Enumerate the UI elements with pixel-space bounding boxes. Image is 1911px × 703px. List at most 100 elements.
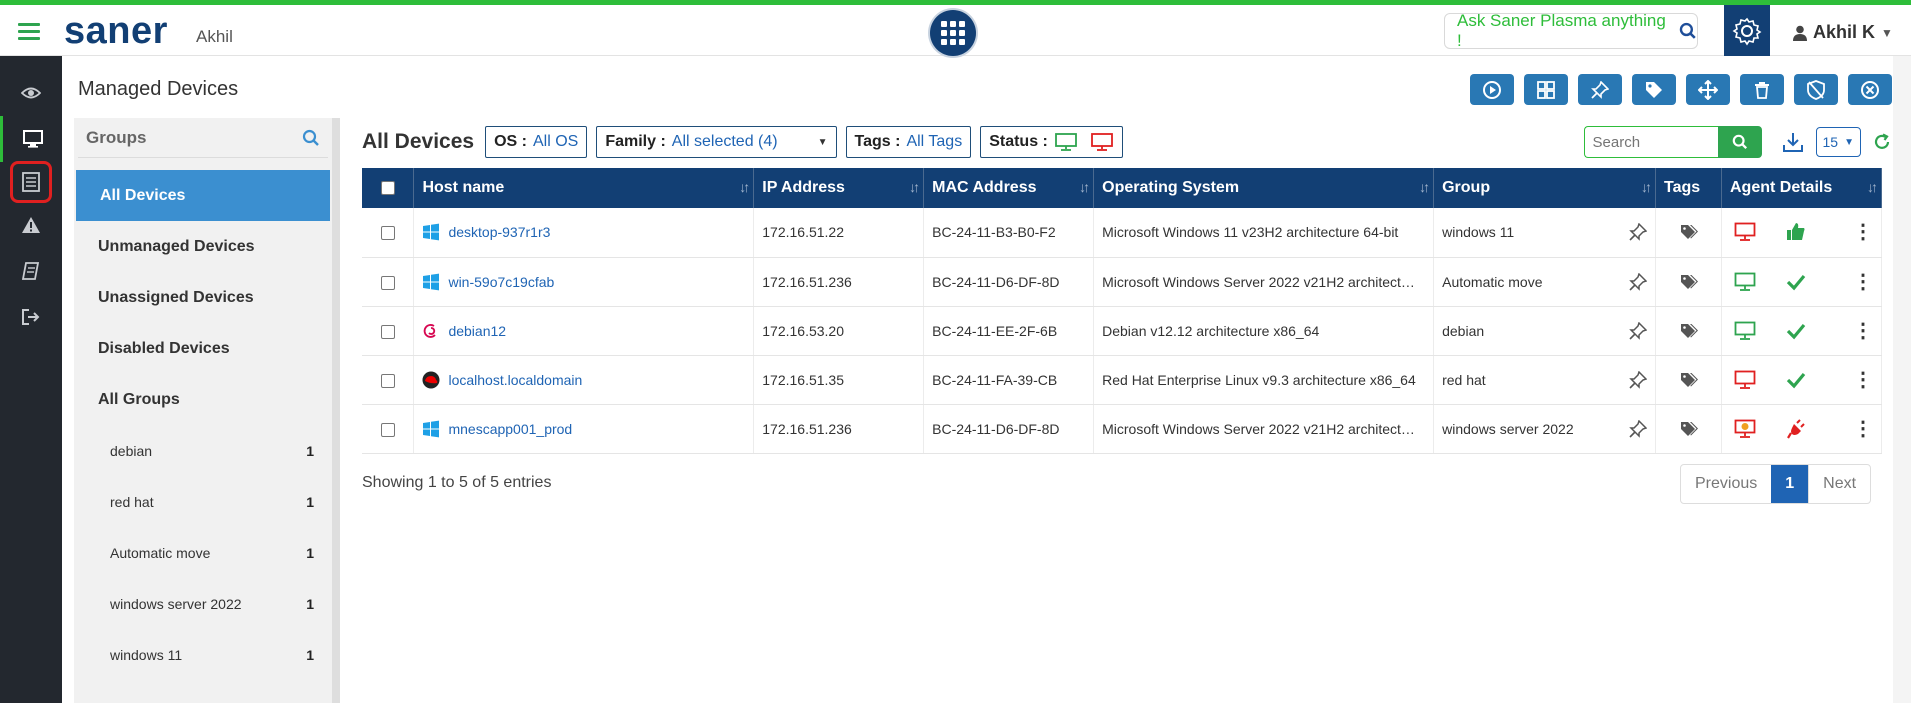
group-sub-item[interactable]: red hat 1 (74, 476, 332, 527)
group-all-groups[interactable]: All Groups (74, 374, 332, 425)
os-text: Debian v12.12 architecture x86_64 (1102, 322, 1320, 339)
column-header-host[interactable]: Host name ↓↑ (413, 168, 755, 208)
column-header-agent[interactable]: Agent Details ↓↑ (1721, 168, 1882, 208)
user-menu[interactable]: Akhil K ▼ (1793, 22, 1893, 43)
ask-assistant-button[interactable]: Ask Saner Plasma anything ! (1444, 11, 1698, 50)
host-link[interactable]: localhost.localdomain (448, 372, 582, 388)
rail-item-alerts[interactable] (0, 202, 62, 248)
page-number-button[interactable]: 1 (1771, 465, 1809, 503)
tags-filter[interactable]: Tags : All Tags (845, 126, 972, 158)
pin-icon[interactable] (1629, 321, 1648, 340)
refresh-icon[interactable] (1873, 133, 1891, 151)
next-page-button[interactable]: Next (1808, 465, 1870, 503)
group-all-devices[interactable]: All Devices (76, 170, 330, 221)
group-unassigned-devices[interactable]: Unassigned Devices (74, 272, 332, 323)
more-options-icon[interactable]: ⋮ (1853, 370, 1873, 390)
column-header-os[interactable]: Operating System ↓↑ (1093, 168, 1435, 208)
page-scrollbar[interactable] (1893, 56, 1911, 703)
column-header-group[interactable]: Group ↓↑ (1433, 168, 1657, 208)
tags-icon[interactable] (1680, 372, 1698, 388)
more-options-icon[interactable]: ⋮ (1853, 321, 1873, 341)
family-filter[interactable]: Family : All selected (4) ▼ (596, 126, 837, 158)
sort-icon: ↓↑ (1419, 179, 1430, 195)
column-header-ip[interactable]: IP Address ↓↑ (753, 168, 925, 208)
row-checkbox[interactable] (380, 422, 395, 437)
monitor-offline-icon[interactable] (1734, 222, 1756, 242)
disable-protection-button[interactable] (1794, 74, 1838, 105)
rail-item-visibility[interactable] (0, 70, 62, 116)
monitor-offline-icon[interactable] (1734, 370, 1756, 390)
tags-icon[interactable] (1680, 323, 1698, 339)
download-icon[interactable] (1782, 131, 1804, 153)
more-options-icon[interactable]: ⋮ (1853, 419, 1873, 439)
pin-icon[interactable] (1629, 419, 1648, 438)
page-size-select[interactable]: 15 ▼ (1815, 127, 1861, 157)
group-unmanaged-devices[interactable]: Unmanaged Devices (74, 221, 332, 272)
search-icon[interactable] (302, 129, 320, 147)
rail-item-docs[interactable] (0, 248, 62, 294)
move-button[interactable] (1686, 74, 1730, 105)
group-disabled-devices[interactable]: Disabled Devices (74, 323, 332, 374)
tag-button[interactable] (1632, 74, 1676, 105)
offline-monitor-icon[interactable] (1090, 132, 1114, 152)
app-launcher-button[interactable] (930, 10, 976, 56)
shield-off-icon (1807, 79, 1825, 100)
list-document-icon (22, 172, 40, 192)
group-cell: Automatic move (1433, 257, 1657, 307)
monitor-online-icon[interactable] (1734, 272, 1756, 292)
pin-button[interactable] (1578, 74, 1622, 105)
search-submit-button[interactable] (1717, 126, 1762, 158)
monitor-icon (22, 130, 43, 148)
host-wrapper: localhost.localdomain (422, 371, 745, 389)
host-cell: localhost.localdomain (413, 355, 755, 405)
os-filter[interactable]: OS : All OS (485, 126, 588, 158)
rail-item-logout[interactable] (0, 294, 62, 340)
host-link[interactable]: win-59o7c19cfab (448, 274, 554, 290)
agent-wrapper: ⋮ (1730, 418, 1873, 440)
previous-page-button[interactable]: Previous (1681, 465, 1771, 503)
agent-wrapper: ⋮ (1730, 321, 1873, 341)
more-options-icon[interactable]: ⋮ (1853, 222, 1873, 242)
entries-summary: Showing 1 to 5 of 5 entries (362, 474, 552, 491)
rail-item-reports[interactable] (0, 159, 62, 205)
hamburger-menu-icon[interactable] (18, 23, 40, 41)
group-wrapper: windows server 2022 (1442, 419, 1648, 438)
run-button[interactable] (1470, 74, 1514, 105)
host-link[interactable]: desktop-937r1r3 (448, 224, 550, 240)
status-filter[interactable]: Status : (980, 126, 1123, 158)
close-button[interactable] (1848, 74, 1892, 105)
logout-icon (22, 309, 40, 325)
row-checkbox[interactable] (380, 226, 395, 241)
pin-icon[interactable] (1629, 370, 1648, 389)
group-sub-item[interactable]: windows server 2022 1 (74, 578, 332, 629)
device-search-input[interactable] (1583, 126, 1718, 158)
tags-icon[interactable] (1680, 274, 1698, 290)
more-options-icon[interactable]: ⋮ (1853, 272, 1873, 292)
delete-button[interactable] (1740, 74, 1784, 105)
row-checkbox[interactable] (380, 324, 395, 339)
tags-icon[interactable] (1680, 421, 1698, 437)
host-link[interactable]: mnescapp001_prod (448, 421, 572, 437)
online-monitor-icon[interactable] (1054, 132, 1078, 152)
group-sub-item[interactable]: Automatic move 1 (74, 527, 332, 578)
grid-view-button[interactable] (1524, 74, 1568, 105)
tags-icon[interactable] (1680, 224, 1698, 240)
group-sub-item[interactable]: debian 1 (74, 425, 332, 476)
row-checkbox[interactable] (380, 275, 395, 290)
monitor-alert-icon[interactable] (1734, 419, 1756, 439)
group-sub-item[interactable]: windows 11 1 (74, 629, 332, 680)
agent-status (1730, 370, 1806, 390)
table-row: desktop-937r1r3 172.16.51.22 BC-24-11-B3-B… (362, 208, 1882, 258)
monitor-online-icon[interactable] (1734, 321, 1756, 341)
pin-icon[interactable] (1629, 272, 1648, 291)
select-all-checkbox[interactable] (380, 180, 395, 195)
host-link[interactable]: debian12 (448, 323, 506, 339)
pin-icon[interactable] (1629, 223, 1648, 242)
rail-item-devices[interactable] (0, 116, 62, 162)
column-header-label: Tags (1664, 179, 1701, 196)
settings-button[interactable] (1724, 5, 1770, 56)
row-checkbox[interactable] (380, 373, 395, 388)
book-icon (22, 262, 40, 280)
pin-icon (1591, 80, 1609, 99)
column-header-mac[interactable]: MAC Address ↓↑ (923, 168, 1095, 208)
